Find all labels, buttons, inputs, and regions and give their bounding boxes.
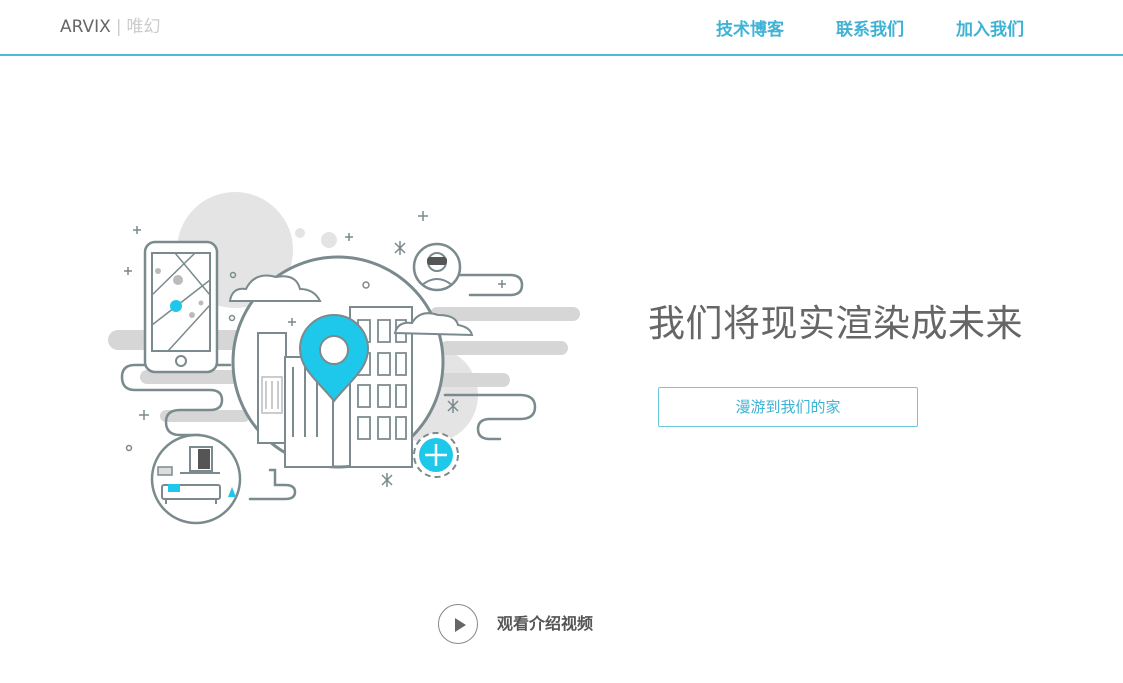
phone-icon — [143, 240, 219, 374]
explore-home-button[interactable]: 漫游到我们的家 — [658, 387, 918, 427]
watch-intro-video-link[interactable]: 观看介绍视频 — [497, 613, 593, 635]
logo-brand-text: ARVIX — [60, 17, 111, 37]
living-room-icon — [150, 433, 242, 525]
top-header: ARVIX | 唯幻 技术博客 联系我们 加入我们 — [0, 0, 1123, 56]
vr-avatar-icon — [412, 242, 462, 292]
nav-join-us[interactable]: 加入我们 — [956, 15, 1024, 40]
hero-illustration — [108, 192, 580, 525]
nav-contact-us[interactable]: 联系我们 — [836, 15, 904, 40]
play-video-button[interactable] — [438, 604, 478, 644]
logo-separator: | — [115, 17, 122, 37]
hero-headline: 我们将现实渲染成未来 — [648, 302, 1023, 345]
logo-brand-cn-text: 唯幻 — [126, 17, 161, 37]
play-icon — [455, 618, 466, 632]
site-logo[interactable]: ARVIX | 唯幻 — [60, 16, 161, 38]
plus-circle-icon — [413, 432, 459, 478]
nav-tech-blog[interactable]: 技术博客 — [716, 15, 784, 40]
